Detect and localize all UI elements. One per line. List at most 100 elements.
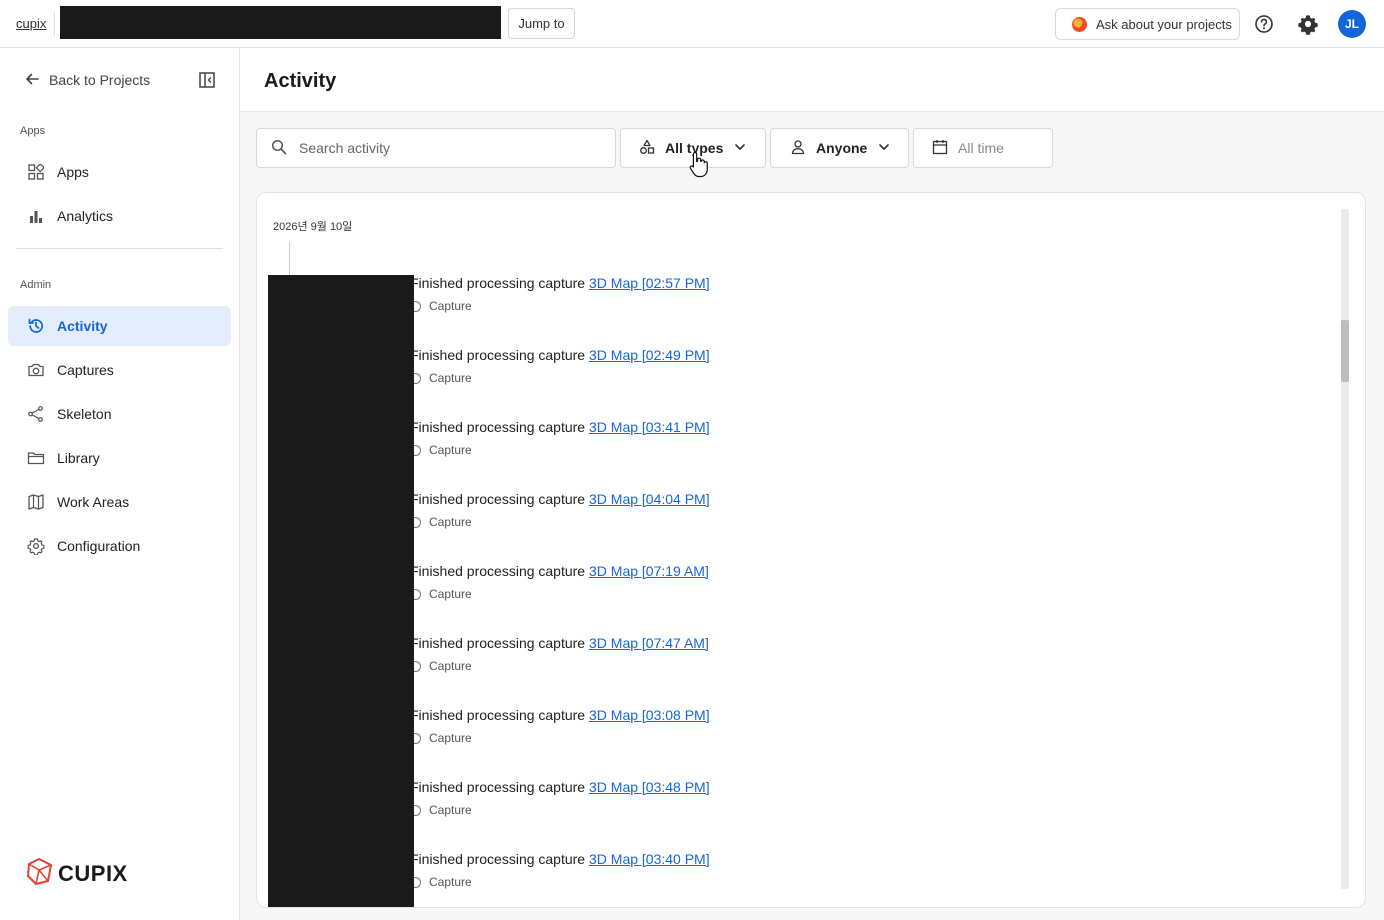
activity-entry: Finished processing capture 3D Map [03:4… [410,419,710,469]
brand-link[interactable]: cupix [16,16,46,31]
gear-icon [27,537,45,555]
share-nodes-icon [27,405,45,423]
sidebar-divider [16,248,223,249]
sidebar-item-label: Work Areas [57,494,130,510]
activity-entry: Finished processing capture 3D Map [03:4… [410,851,710,901]
cupix-logo-text: CUPIX [58,860,128,886]
shapes-icon [639,139,655,158]
calendar-icon [932,139,948,158]
page-header: Activity [240,48,1384,112]
page-title: Activity [264,70,337,92]
folder-icon [27,449,45,467]
scrollbar-thumb[interactable] [1341,320,1349,382]
capture-link[interactable]: 3D Map [02:57 PM] [589,275,710,291]
back-label: Back to Projects [49,72,151,88]
person-icon [790,139,806,158]
redacted-avatars-column [268,275,414,907]
chevron-down-icon [877,140,891,157]
help-icon[interactable] [1252,12,1276,36]
search-placeholder: Search activity [299,140,391,156]
sidebar-item-library[interactable]: Library [8,438,231,478]
entry-tag: Capture [429,443,472,457]
sidebar-item-label: Analytics [57,208,114,224]
history-icon [27,317,45,335]
activity-entry: Finished processing capture 3D Map [07:4… [410,635,709,685]
date-filter-dropdown[interactable]: All time [913,128,1053,168]
entry-text: Finished processing capture [410,419,589,435]
chevron-down-icon [733,140,747,157]
entry-tag: Capture [429,515,472,529]
activity-entry: Finished processing capture 3D Map [07:1… [410,563,709,613]
search-input[interactable]: Search activity [256,128,616,168]
entry-text: Finished processing capture [410,707,589,723]
sidebar-item-label: Activity [57,318,108,334]
map-icon [27,493,45,511]
jump-to-button[interactable]: Jump to [508,8,575,39]
back-to-projects-link[interactable]: Back to Projects [24,70,150,90]
entry-text: Finished processing capture [410,779,589,795]
sidebar-item-label: Captures [57,362,114,378]
brand-divider [54,12,55,36]
entry-tag: Capture [429,299,472,313]
user-filter-dropdown[interactable]: Anyone [770,128,909,168]
entry-text: Finished processing capture [410,275,589,291]
entry-text: Finished processing capture [410,635,589,651]
sidebar-item-label: Library [57,450,100,466]
timeline-line [289,242,290,276]
entry-text: Finished processing capture [410,563,589,579]
capture-link[interactable]: 3D Map [03:48 PM] [589,779,710,795]
camera-icon [27,361,45,379]
cupix-logo-mark-icon [26,856,54,891]
entry-text: Finished processing capture [410,347,589,363]
user-avatar[interactable]: JL [1338,10,1366,38]
capture-link[interactable]: 3D Map [07:47 AM] [589,635,709,651]
sidebar-item-apps[interactable]: Apps [8,152,231,192]
capture-link[interactable]: 3D Map [03:40 PM] [589,851,710,867]
sidebar-item-work-areas[interactable]: Work Areas [8,482,231,522]
activity-feed: 2026년 9월 10일 Finished processing capture… [256,192,1366,908]
top-bar: cupix Jump to Ask about your projects JL [0,0,1384,48]
capture-link[interactable]: 3D Map [04:04 PM] [589,491,710,507]
collapse-sidebar-icon[interactable] [198,71,216,89]
apps-grid-icon [27,163,45,181]
ai-spark-icon [1072,16,1087,32]
apps-section-label: Apps [20,125,46,137]
sidebar-item-captures[interactable]: Captures [8,350,231,390]
activity-entry: Finished processing capture 3D Map [02:5… [410,275,710,325]
entry-tag: Capture [429,371,472,385]
vertical-scrollbar[interactable] [1341,209,1349,889]
redacted-project-selector[interactable] [60,6,501,39]
sidebar-item-label: Skeleton [57,406,112,422]
capture-link[interactable]: 3D Map [07:19 AM] [589,563,709,579]
entry-tag: Capture [429,803,472,817]
sidebar-item-label: Apps [57,164,89,180]
date-group-label: 2026년 9월 10일 [273,221,353,233]
sidebar: Back to Projects Apps Apps Analytics Adm… [0,48,240,920]
cupix-logo: CUPIX [26,856,128,891]
entry-tag: Capture [429,875,472,889]
capture-link[interactable]: 3D Map [03:08 PM] [589,707,710,723]
capture-link[interactable]: 3D Map [02:49 PM] [589,347,710,363]
entry-tag: Capture [429,659,472,673]
arrow-left-icon [24,71,40,90]
sidebar-item-analytics[interactable]: Analytics [8,196,231,236]
activity-entry: Finished processing capture 3D Map [02:4… [410,347,710,397]
entry-tag: Capture [429,587,472,601]
sidebar-item-activity[interactable]: Activity [8,306,231,346]
ask-ai-button[interactable]: Ask about your projects [1055,8,1240,40]
entry-text: Finished processing capture [410,491,589,507]
main-content: Activity Search activity All types Anyon… [240,48,1384,920]
date-filter-label: All time [958,140,1004,156]
bar-chart-icon [27,207,45,225]
activity-entry: Finished processing capture 3D Map [03:0… [410,707,710,757]
ask-ai-label: Ask about your projects [1096,16,1232,32]
capture-link[interactable]: 3D Map [03:41 PM] [589,419,710,435]
sidebar-item-skeleton[interactable]: Skeleton [8,394,231,434]
activity-entry: Finished processing capture 3D Map [03:4… [410,779,710,829]
entry-text: Finished processing capture [410,851,589,867]
settings-icon[interactable] [1296,12,1320,36]
sidebar-item-configuration[interactable]: Configuration [8,526,231,566]
admin-section-label: Admin [20,279,52,291]
hand-cursor-icon [688,150,710,178]
entry-tag: Capture [429,731,472,745]
